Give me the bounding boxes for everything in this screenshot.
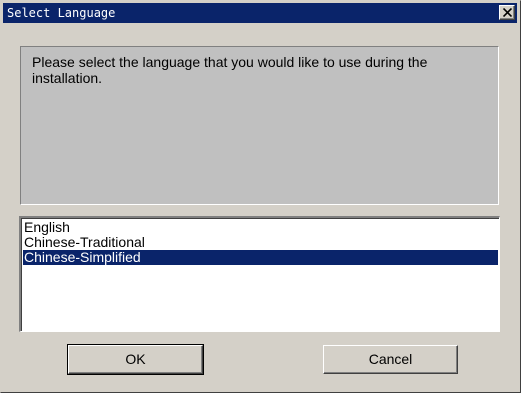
- message-panel: Please select the language that you woul…: [20, 46, 499, 205]
- language-option-chinese-simplified[interactable]: Chinese-Simplified: [23, 250, 498, 265]
- select-language-dialog: Select Language Please select the langua…: [0, 0, 521, 393]
- instruction-text: Please select the language that you woul…: [32, 54, 428, 86]
- ok-button[interactable]: OK: [67, 344, 204, 375]
- close-icon: [503, 8, 512, 17]
- title-bar[interactable]: Select Language: [3, 3, 517, 23]
- close-button[interactable]: [499, 5, 515, 20]
- language-listbox[interactable]: English Chinese-Traditional Chinese-Simp…: [19, 216, 500, 332]
- cancel-button[interactable]: Cancel: [323, 345, 458, 374]
- language-option-chinese-traditional[interactable]: Chinese-Traditional: [23, 235, 498, 250]
- language-option-english[interactable]: English: [23, 220, 498, 235]
- window-title: Select Language: [7, 6, 116, 20]
